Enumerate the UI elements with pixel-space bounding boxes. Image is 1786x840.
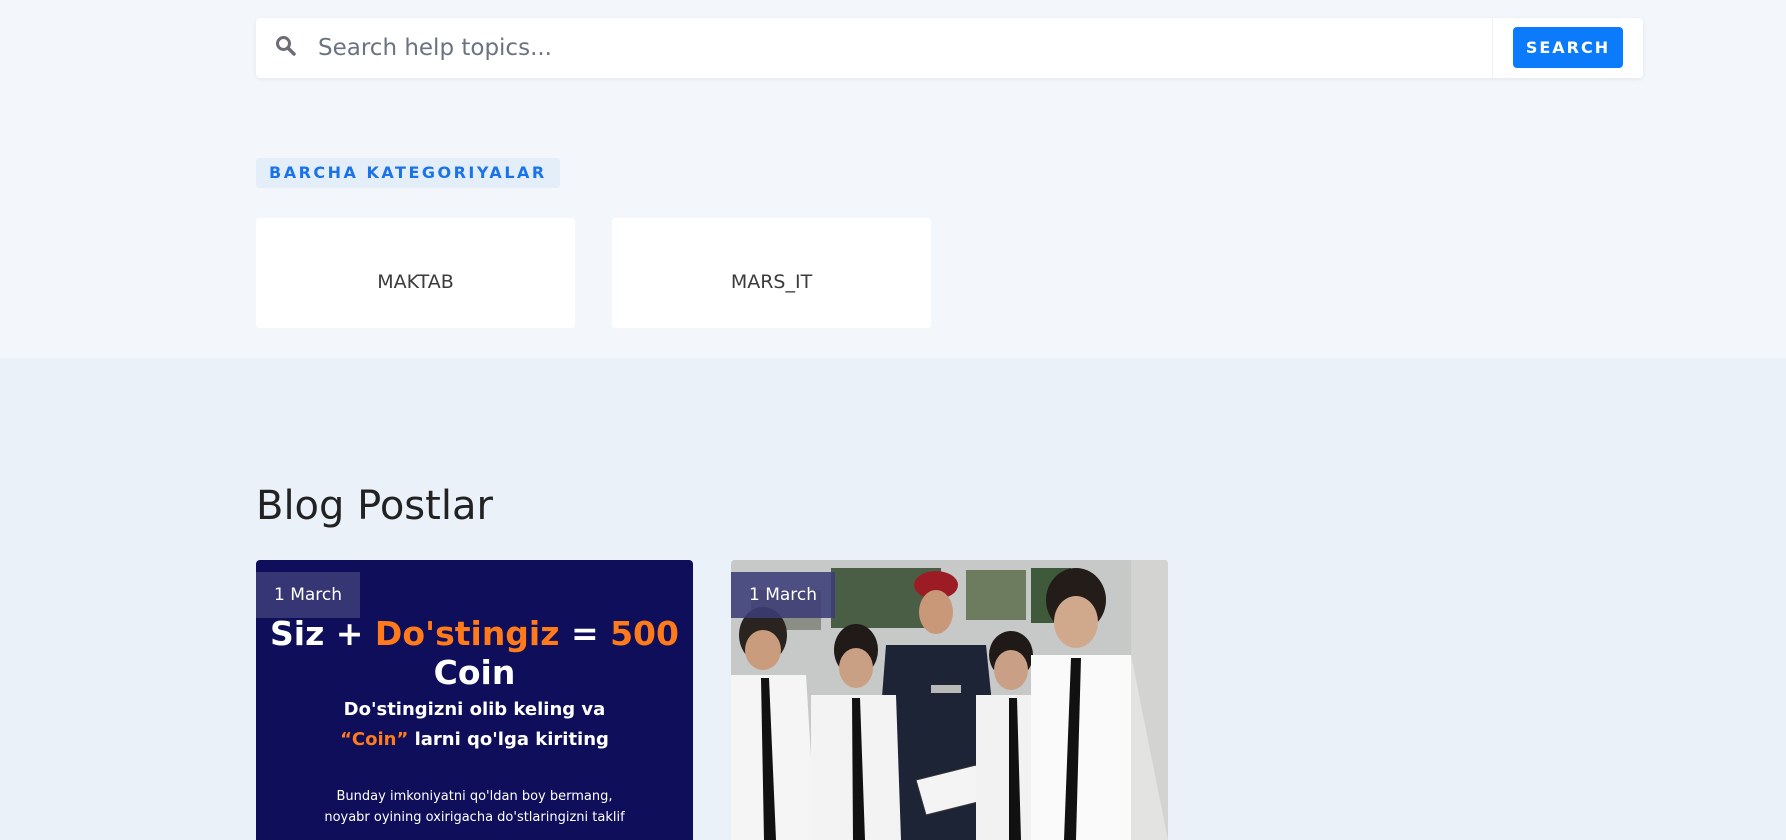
promo-subheadline: Do'stingizni olib keling va “Coin” larni… — [340, 699, 609, 750]
search-divider — [1492, 18, 1493, 78]
categories-heading: BARCHA KATEGORIYALAR — [256, 158, 560, 188]
post-date-badge: 1 March — [256, 572, 361, 618]
category-card-mars-it[interactable]: MARS_IT — [612, 218, 931, 328]
blog-post-card[interactable]: 1 March — [731, 560, 1168, 840]
search-icon — [274, 34, 298, 58]
search-bar: SEARCH — [256, 18, 1643, 78]
blog-post-card[interactable]: 1 March Siz + Do'stingiz = 500 Coin Do's… — [256, 560, 693, 840]
category-label: MAKTAB — [377, 271, 454, 293]
promo-small-text: Bunday imkoniyatni qo'ldan boy bermang, … — [324, 789, 625, 825]
blog-section-title: Blog Postlar — [256, 483, 493, 529]
promo-headline: Siz + Do'stingiz = 500 Coin — [270, 614, 679, 692]
category-card-maktab[interactable]: MAKTAB — [256, 218, 575, 328]
search-input[interactable] — [318, 26, 1418, 70]
top-section: SEARCH BARCHA KATEGORIYALAR MAKTAB MARS_… — [0, 0, 1786, 358]
post-date-badge: 1 March — [731, 572, 836, 618]
category-label: MARS_IT — [730, 271, 813, 293]
search-button[interactable]: SEARCH — [1513, 27, 1623, 68]
